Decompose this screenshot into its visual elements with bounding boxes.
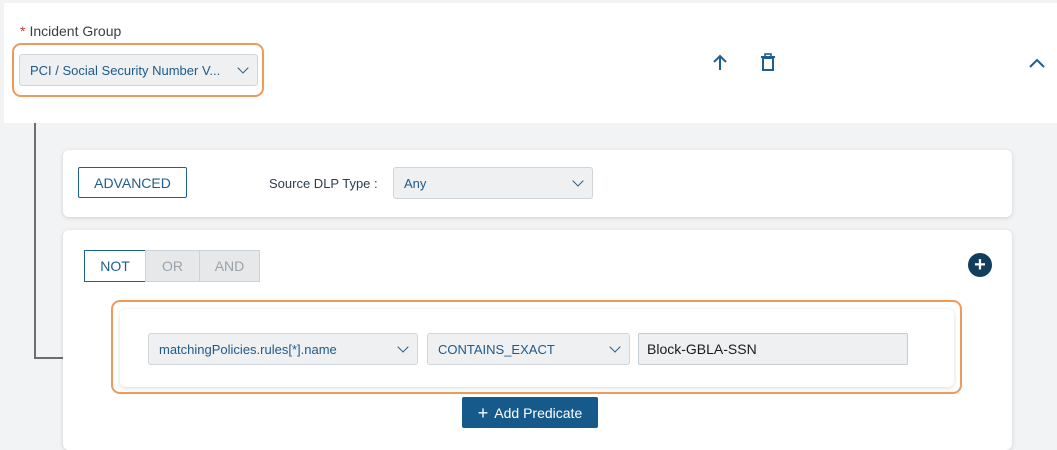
predicate-field-select[interactable]: matchingPolicies.rules[*].name — [148, 333, 418, 365]
chevron-up-icon[interactable] — [1026, 52, 1048, 74]
source-dlp-type-value: Any — [404, 175, 427, 191]
incident-group-label: * Incident Group — [20, 23, 121, 39]
tree-connector-horizontal — [34, 357, 64, 359]
operator-or[interactable]: OR — [145, 250, 200, 282]
chevron-down-icon — [397, 341, 409, 353]
arrow-up-icon[interactable] — [709, 52, 731, 74]
predicate-group-card: NOT OR AND + matchingPolicies.rules[*].n… — [63, 230, 1012, 450]
required-mark: * — [20, 23, 26, 39]
filter-card: ADVANCED Source DLP Type : Any — [63, 150, 1012, 217]
add-predicate-button[interactable]: + Add Predicate — [462, 397, 598, 428]
add-predicate-label: Add Predicate — [494, 404, 583, 421]
plus-icon: + — [477, 402, 489, 423]
predicate-row: matchingPolicies.rules[*].name CONTAINS_… — [120, 309, 954, 387]
plus-circle-icon[interactable]: + — [968, 253, 992, 277]
chevron-down-icon — [237, 62, 249, 74]
source-dlp-type-select[interactable]: Any — [393, 167, 593, 199]
chevron-down-icon — [572, 175, 584, 187]
advanced-button[interactable]: ADVANCED — [78, 167, 187, 198]
tree-connector-vertical — [34, 123, 36, 359]
predicate-operator-value: CONTAINS_EXACT — [438, 341, 555, 357]
predicate-value-input[interactable]: Block-GBLA-SSN — [638, 333, 908, 365]
source-dlp-type-label: Source DLP Type : — [269, 176, 378, 191]
chevron-down-icon — [609, 341, 621, 353]
incident-group-select[interactable]: PCI / Social Security Number V... — [19, 54, 258, 86]
operator-not[interactable]: NOT — [84, 250, 146, 282]
predicate-field-value: matchingPolicies.rules[*].name — [159, 341, 337, 357]
operator-and[interactable]: AND — [199, 250, 260, 282]
predicate-operator-select[interactable]: CONTAINS_EXACT — [427, 333, 630, 365]
incident-group-panel: * Incident Group PCI / Social Security Nu… — [4, 3, 1057, 123]
incident-group-selected-value: PCI / Social Security Number V... — [30, 62, 221, 78]
trash-icon[interactable] — [757, 52, 779, 74]
incident-group-label-text: Incident Group — [29, 23, 122, 39]
